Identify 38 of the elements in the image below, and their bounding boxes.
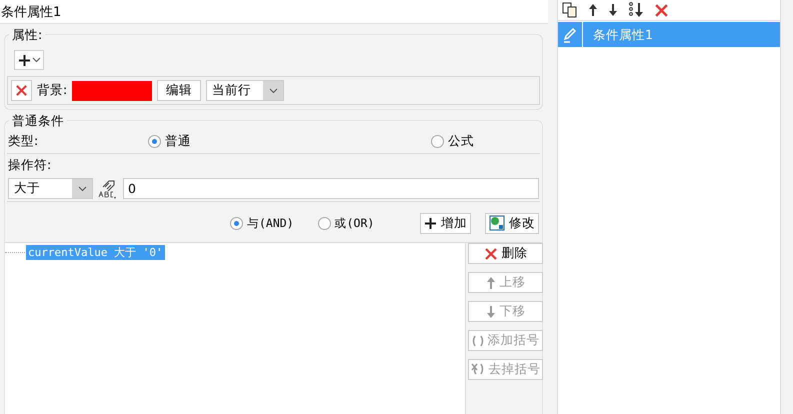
field-label: 类型: xyxy=(8,133,40,150)
scope-dropdown[interactable]: 当前行 xyxy=(206,80,284,101)
group-label: 普通条件 xyxy=(9,113,67,130)
add-property-button[interactable] xyxy=(14,50,44,70)
field-label: 操作符: xyxy=(8,156,52,174)
chevron-down-icon xyxy=(78,186,86,192)
close-icon xyxy=(15,84,28,97)
close-icon xyxy=(484,246,498,260)
operator-dropdown[interactable]: 大于 xyxy=(8,178,93,199)
join-radio[interactable]: 或(OR) xyxy=(318,216,374,230)
value-field[interactable]: 0 xyxy=(123,178,539,199)
plus-icon xyxy=(18,54,30,66)
edit-button[interactable]: 编辑 xyxy=(157,80,202,101)
type-radio[interactable]: 公式 xyxy=(431,133,474,150)
field-label: 背景: xyxy=(37,82,68,99)
move-to-bottom-icon[interactable] xyxy=(628,2,644,18)
color-swatch[interactable] xyxy=(72,80,152,100)
move-up-icon xyxy=(588,3,598,17)
add-button[interactable]: 增加 xyxy=(420,212,471,234)
chevron-down-icon xyxy=(32,57,40,63)
remove-button[interactable] xyxy=(11,80,32,101)
group-label: 属性: xyxy=(9,27,46,44)
close-icon xyxy=(654,2,669,18)
type-radio[interactable]: 普通 xyxy=(148,133,191,150)
join-radio[interactable]: 与(AND) xyxy=(230,216,294,230)
modify-button[interactable]: 修改 xyxy=(485,212,539,234)
move-down-icon xyxy=(608,3,618,17)
parentheses-icon xyxy=(472,334,484,346)
plus-icon xyxy=(424,216,437,230)
arrow-up-icon xyxy=(486,276,496,290)
arrow-down-icon xyxy=(486,304,496,318)
panel-title: 条件属性1 xyxy=(0,0,548,24)
copy-icon[interactable] xyxy=(562,2,578,18)
text-format-icon xyxy=(97,178,119,198)
delete-button[interactable]: 删除 xyxy=(468,243,543,264)
pencil-icon xyxy=(562,26,578,42)
chevron-down-icon xyxy=(268,88,278,94)
parentheses-remove-icon xyxy=(470,363,484,376)
